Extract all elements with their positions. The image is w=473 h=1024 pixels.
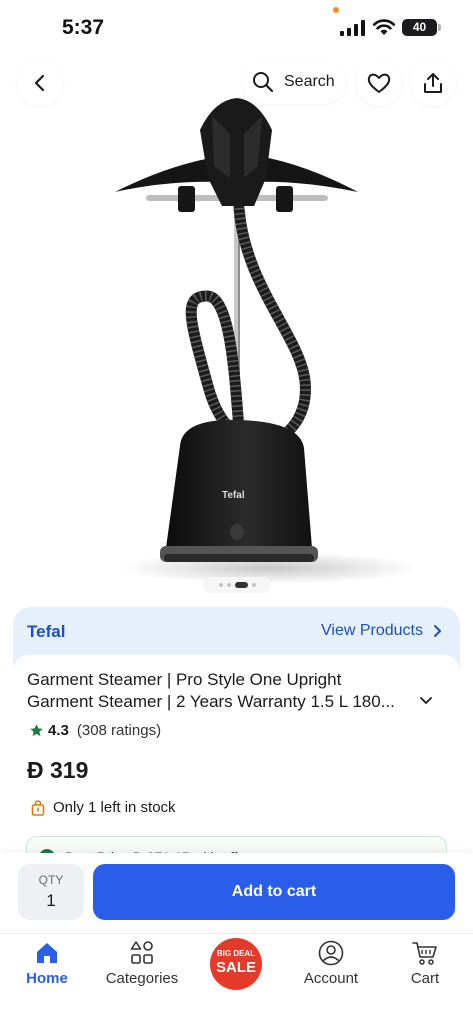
battery-icon: 40 <box>402 19 437 36</box>
chevron-right-icon <box>434 625 441 637</box>
product-title-line-2: Garment Steamer | 2 Years Warranty 1.5 L… <box>27 692 395 711</box>
nav-cart[interactable]: Cart <box>400 934 450 994</box>
heart-icon <box>367 73 391 93</box>
brand-name[interactable]: Tefal <box>27 622 65 642</box>
rating-row[interactable]: 4.3 (308 ratings) <box>29 722 161 739</box>
product-title-line-1: Garment Steamer | Pro Style One Upright <box>27 670 342 689</box>
share-button[interactable] <box>410 60 456 106</box>
account-icon <box>318 940 344 966</box>
product-image[interactable]: Tefal <box>0 56 473 596</box>
cellular-signal-icon <box>340 20 365 36</box>
cart-icon <box>412 942 437 965</box>
nav-categories-label: Categories <box>105 970 179 987</box>
status-time: 5:37 <box>62 16 105 39</box>
product-title[interactable]: Garment Steamer | Pro Style One Upright … <box>27 669 405 713</box>
privacy-indicator-dot <box>333 7 339 13</box>
nav-cart-label: Cart <box>410 970 440 987</box>
wishlist-button[interactable] <box>356 60 402 106</box>
carousel-dot[interactable] <box>251 583 256 587</box>
share-icon <box>424 73 442 93</box>
chevron-left-icon <box>34 74 45 92</box>
quantity-value: 1 <box>46 891 56 910</box>
action-bar: QTY 1 Add to cart <box>0 853 473 933</box>
sale-badge-line-1: BIG DEAL <box>216 949 256 958</box>
chevron-down-icon[interactable] <box>419 696 433 706</box>
nav-home-label: Home <box>26 970 68 987</box>
shopping-bag-icon <box>31 799 45 816</box>
bottom-navigation: Home Categories BIG DEAL SALE Account Ca… <box>0 933 473 1024</box>
categories-icon <box>130 941 153 964</box>
product-price: Đ 319 <box>27 757 89 783</box>
carousel-indicator[interactable] <box>203 577 271 593</box>
sale-badge-line-2: SALE <box>215 959 256 976</box>
back-button[interactable] <box>17 60 63 106</box>
stock-text: Only 1 left in stock <box>53 799 176 816</box>
big-deal-sale-badge: BIG DEAL SALE <box>210 938 262 990</box>
quantity-selector[interactable]: QTY 1 <box>18 864 84 920</box>
add-to-cart-button[interactable]: Add to cart <box>93 864 455 920</box>
product-brand-text: Tefal <box>222 490 245 501</box>
nav-categories[interactable]: Categories <box>97 934 187 994</box>
carousel-dot-active[interactable] <box>234 582 248 588</box>
ratings-count: (308 ratings) <box>76 722 162 739</box>
stock-status: Only 1 left in stock <box>31 799 176 816</box>
nav-account[interactable]: Account <box>294 934 368 994</box>
search-button[interactable]: Search <box>242 60 346 104</box>
view-products-link[interactable]: View Products <box>321 622 442 640</box>
home-icon <box>37 943 57 963</box>
nav-home[interactable]: Home <box>14 934 80 994</box>
nav-big-deal-sale[interactable]: BIG DEAL SALE <box>208 934 264 994</box>
search-icon <box>253 72 274 93</box>
view-products-label: View Products <box>321 622 423 639</box>
nav-account-label: Account <box>303 970 359 987</box>
carousel-dot[interactable] <box>226 583 231 587</box>
quantity-label: QTY <box>38 873 64 887</box>
search-label: Search <box>284 73 335 90</box>
battery-cap <box>438 24 441 31</box>
status-bar: 5:37 40 <box>0 0 473 56</box>
star-icon <box>30 724 43 737</box>
carousel-dot[interactable] <box>218 583 223 587</box>
wifi-icon <box>372 19 396 35</box>
rating-value: 4.3 <box>48 722 69 739</box>
